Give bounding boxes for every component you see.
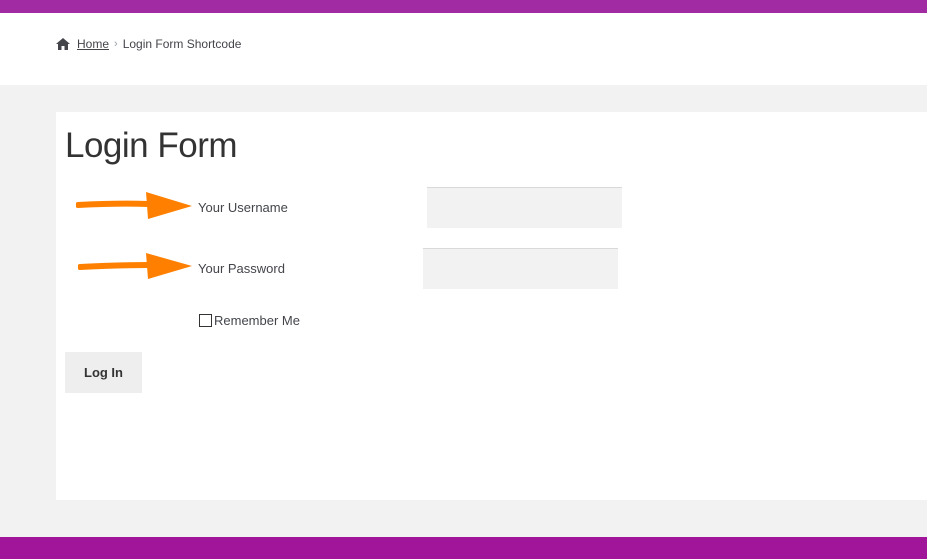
remember-me-checkbox[interactable] xyxy=(199,314,212,327)
log-in-button[interactable]: Log In xyxy=(65,352,142,393)
footer-accent-bar xyxy=(0,537,927,559)
remember-me-label[interactable]: Remember Me xyxy=(214,313,300,328)
password-label: Your Password xyxy=(198,261,285,276)
page-title: Login Form xyxy=(65,126,238,165)
breadcrumb-separator: › xyxy=(114,38,118,50)
top-accent-bar xyxy=(0,0,927,13)
arrow-right-icon xyxy=(76,192,192,219)
remember-me-row: Remember Me xyxy=(199,313,300,328)
password-input[interactable] xyxy=(423,248,618,289)
breadcrumb: Home › Login Form Shortcode xyxy=(55,37,241,51)
site-header: Home › Login Form Shortcode xyxy=(0,13,927,85)
home-icon xyxy=(55,37,71,51)
username-input[interactable] xyxy=(427,187,622,228)
username-label: Your Username xyxy=(198,200,288,215)
arrow-right-icon xyxy=(78,253,192,279)
breadcrumb-home-link[interactable]: Home xyxy=(77,37,109,51)
breadcrumb-current: Login Form Shortcode xyxy=(122,37,242,51)
login-card: Login Form Your Username Your Password R… xyxy=(56,112,927,500)
